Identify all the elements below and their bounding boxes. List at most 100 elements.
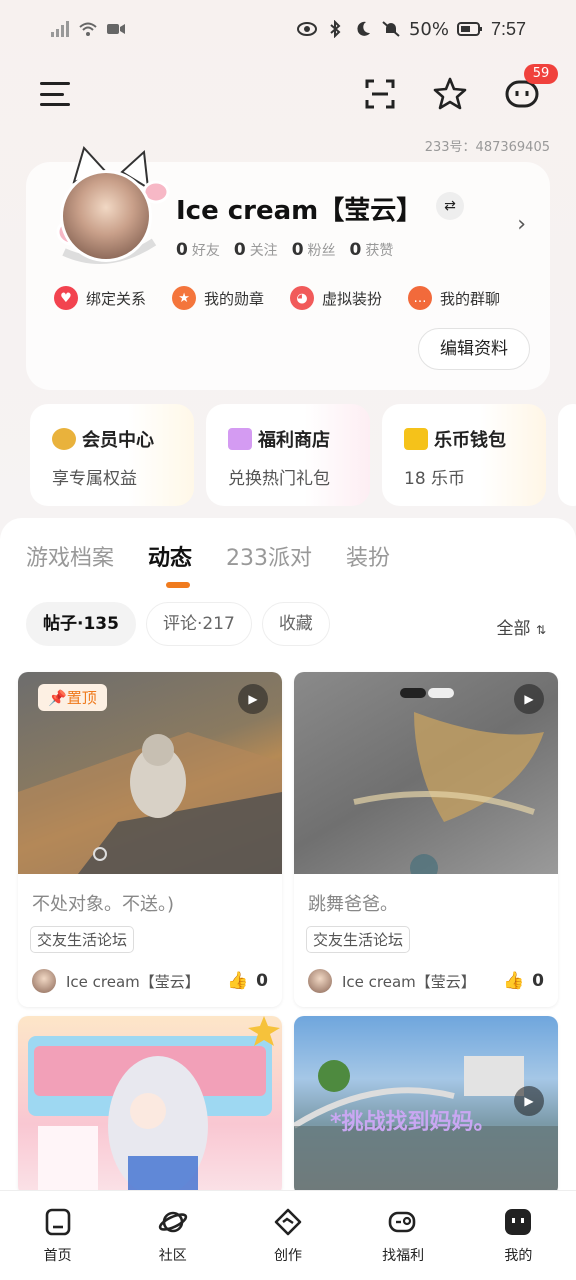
chevron-right-icon[interactable]: › [517, 212, 526, 237]
star-badge-icon[interactable] [432, 76, 468, 112]
content-panel: 游戏档案 动态 233派对 装扮 帖子·135 评论·217 收藏 全部 ⇅ 📌… [0, 518, 576, 1198]
bluetooth-icon [330, 20, 341, 38]
nav-me[interactable]: 我的 [473, 1207, 563, 1280]
profile-actions: ♥ 绑定关系 ★ 我的勋章 ◕ 虚拟装扮 … 我的群聊 [54, 286, 500, 310]
post-thumbnail: ▶ [294, 672, 558, 874]
home-icon [45, 1208, 70, 1236]
author-avatar[interactable] [308, 969, 332, 993]
post-card[interactable] [18, 1016, 282, 1196]
wallet-icon [404, 428, 428, 450]
menu-icon[interactable] [40, 82, 70, 106]
post-thumbnail: ▶ *挑战找到妈妈。 [294, 1016, 558, 1196]
thumbs-up-icon: 👍 [226, 971, 249, 991]
sort-icon: ⇅ [535, 623, 546, 637]
play-icon[interactable]: ▶ [514, 684, 544, 714]
pin-icon: 📌 [48, 689, 67, 707]
subtab-posts[interactable]: 帖子·135 [26, 602, 136, 646]
mute-bell-icon [382, 21, 400, 37]
post-thumbnail: 📌置顶 ▶ [18, 672, 282, 874]
post-card[interactable]: ▶ *挑战找到妈妈。 [294, 1016, 558, 1196]
edit-profile-button[interactable]: 编辑资料 [418, 328, 530, 370]
create-icon [274, 1208, 302, 1236]
status-bar: 50% 7:57 [0, 0, 576, 58]
tab-233-party[interactable]: 233派对 [226, 540, 312, 572]
profile-tabs: 游戏档案 动态 233派对 装扮 [26, 540, 390, 572]
stat-following[interactable]: 0 关注 [234, 240, 278, 260]
stat-likes[interactable]: 0 获赞 [350, 240, 394, 260]
username[interactable]: Ice cream【莹云】 [176, 190, 422, 227]
battery-percent: 50% [408, 18, 449, 40]
my-groups-button[interactable]: … 我的群聊 [408, 286, 500, 310]
tab-game-archive[interactable]: 游戏档案 [26, 540, 114, 572]
tab-outfit[interactable]: 装扮 [346, 540, 390, 572]
user-id: 233号：487369405 [424, 140, 550, 155]
author-avatar[interactable] [32, 969, 56, 993]
thumbs-up-icon: 👍 [502, 971, 525, 991]
post-overlay-text: *挑战找到妈妈。 [330, 1110, 496, 1135]
heart-icon: ♥ [54, 286, 78, 310]
switch-account-icon[interactable]: ⇄ [436, 192, 464, 220]
post-footer: Ice cream【莹云】 👍 0 [308, 969, 544, 993]
moon-icon [357, 21, 370, 36]
status-left [50, 20, 126, 38]
profile-card: Ice cream【莹云】 ⇄ › 0 好友 0 关注 0 粉丝 0 获赞 ♥ 绑定关系 … [26, 146, 550, 390]
play-icon[interactable]: ▶ [514, 1086, 544, 1116]
profile-stats: 0 好友 0 关注 0 粉丝 0 获赞 [176, 240, 393, 260]
vip-center-card[interactable]: 会员中心 享专属权益 [30, 404, 194, 506]
tab-indicator [166, 582, 190, 588]
subtab-favorites[interactable]: 收藏 [261, 602, 330, 646]
avatar-frame[interactable] [44, 142, 170, 272]
post-card[interactable]: 📌置顶 ▶ 不处对象。不送。) 交友生活论坛 Ice cream【莹云】 👍 0 [18, 672, 282, 1007]
nav-create[interactable]: 创作 [243, 1207, 333, 1280]
post-footer: Ice cream【莹云】 👍 0 [32, 969, 268, 993]
nav-community[interactable]: 社区 [128, 1207, 218, 1280]
cat-face-icon: ◕ [290, 286, 315, 310]
battery-icon [456, 22, 482, 36]
top-bar [0, 70, 576, 120]
welfare-shop-card[interactable]: 福利商店 兑换热门礼包 [206, 404, 370, 506]
vip-icon [52, 428, 76, 450]
post-card[interactable]: ▶ 跳舞爸爸。 交友生活论坛 Ice cream【莹云】 👍 0 [294, 672, 558, 1007]
status-right: 50% 7:57 [296, 18, 526, 40]
stat-friends[interactable]: 0 好友 [176, 240, 220, 260]
post-title: 不处对象。不送。) [32, 894, 175, 915]
nav-home[interactable]: 首页 [13, 1207, 103, 1280]
pinned-badge: 📌置顶 [38, 684, 107, 711]
scan-icon[interactable] [362, 76, 398, 112]
me-icon [505, 1209, 532, 1235]
wifi-icon [79, 22, 97, 36]
notification-badge: 59 [524, 64, 558, 84]
clock: 7:57 [490, 18, 526, 39]
nav-welfare[interactable]: 找福利 [358, 1207, 448, 1280]
bottom-nav: 首页 社区 创作 找福利 我的 [0, 1190, 576, 1280]
video-icon [107, 24, 125, 34]
filter-dropdown[interactable]: 全部 ⇅ [497, 614, 546, 639]
quick-cards: 会员中心 享专属权益 福利商店 兑换热门礼包 乐币钱包 18 乐币 [30, 404, 576, 506]
stat-fans[interactable]: 0 粉丝 [292, 240, 336, 260]
post-thumbnail [18, 1016, 282, 1196]
post-tag[interactable]: 交友生活论坛 [30, 926, 135, 953]
my-medals-button[interactable]: ★ 我的勋章 [172, 286, 264, 310]
more-card[interactable] [558, 404, 576, 506]
gift-icon [228, 428, 252, 450]
post-author[interactable]: Ice cream【莹云】 [342, 971, 503, 992]
subtab-comments[interactable]: 评论·217 [145, 602, 252, 646]
like-button[interactable]: 👍 0 [503, 971, 544, 991]
chat-icon: … [408, 286, 433, 310]
post-title: 跳舞爸爸。 [308, 894, 398, 915]
children-day-poster-image [28, 1016, 280, 1196]
bind-relation-button[interactable]: ♥ 绑定关系 [54, 286, 146, 310]
like-button[interactable]: 👍 0 [227, 971, 268, 991]
post-author[interactable]: Ice cream【莹云】 [66, 971, 227, 992]
tab-feed[interactable]: 动态 [148, 540, 192, 572]
post-tag[interactable]: 交友生活论坛 [306, 926, 411, 953]
medal-icon: ★ [172, 286, 197, 310]
avatar-outfit-button[interactable]: ◕ 虚拟装扮 [290, 286, 382, 310]
avatar [60, 170, 152, 262]
gamepad-search-icon [388, 1211, 416, 1233]
eye-icon [296, 22, 317, 36]
signal-icon [51, 21, 69, 37]
play-icon[interactable]: ▶ [238, 684, 268, 714]
coin-wallet-card[interactable]: 乐币钱包 18 乐币 [382, 404, 546, 506]
planet-icon [158, 1211, 187, 1233]
